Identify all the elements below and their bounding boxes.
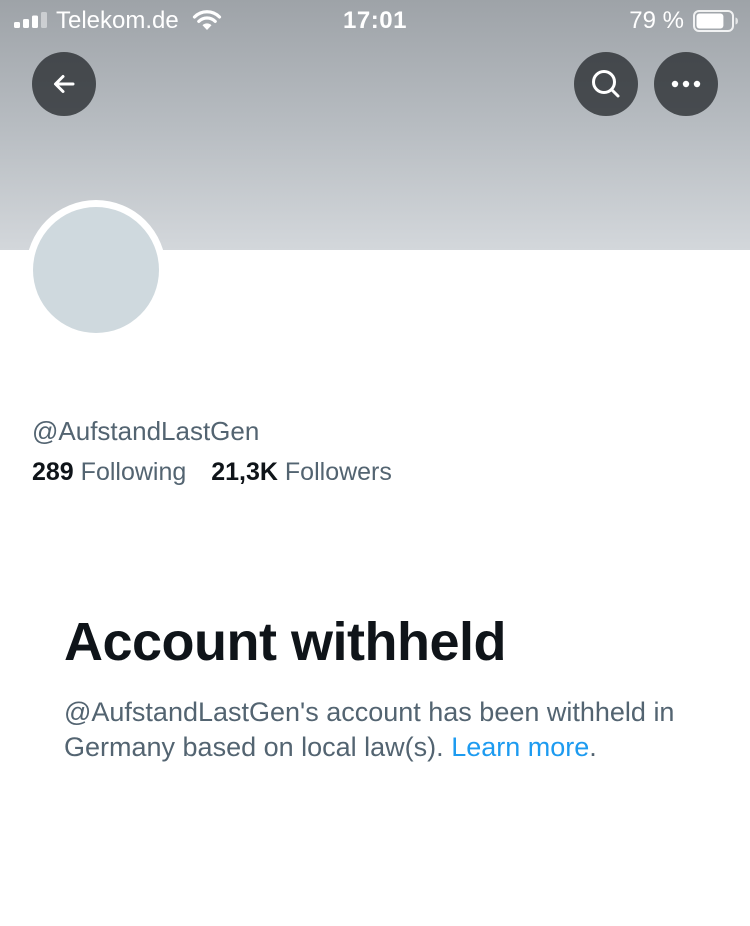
search-button[interactable] xyxy=(574,52,638,116)
battery-percentage: 79 % xyxy=(629,7,684,34)
avatar[interactable] xyxy=(33,207,159,333)
more-horizontal-icon xyxy=(671,80,701,88)
followers-link[interactable]: 21,3K Followers xyxy=(211,455,392,489)
withheld-message-block: @AufstandLastGen's account has been with… xyxy=(64,695,704,765)
learn-more-suffix: . xyxy=(589,732,597,762)
followers-label: Followers xyxy=(284,458,392,486)
profile-handle: @AufstandLastGen xyxy=(32,416,260,446)
more-options-button[interactable] xyxy=(654,52,718,116)
status-bar: Telekom.de 17:01 79 % xyxy=(0,0,750,42)
battery-icon xyxy=(693,10,738,32)
following-count: 289 xyxy=(32,458,74,486)
back-button[interactable] xyxy=(32,52,96,116)
withheld-title: Account withheld xyxy=(64,612,506,672)
followers-count: 21,3K xyxy=(211,458,278,486)
profile-stats: 289 Following 21,3K Followers xyxy=(32,455,392,489)
learn-more-link[interactable]: Learn more xyxy=(451,732,589,762)
search-icon xyxy=(592,70,620,98)
following-label: Following xyxy=(80,458,187,486)
arrow-left-icon xyxy=(54,75,75,93)
following-link[interactable]: 289 Following xyxy=(32,455,186,489)
